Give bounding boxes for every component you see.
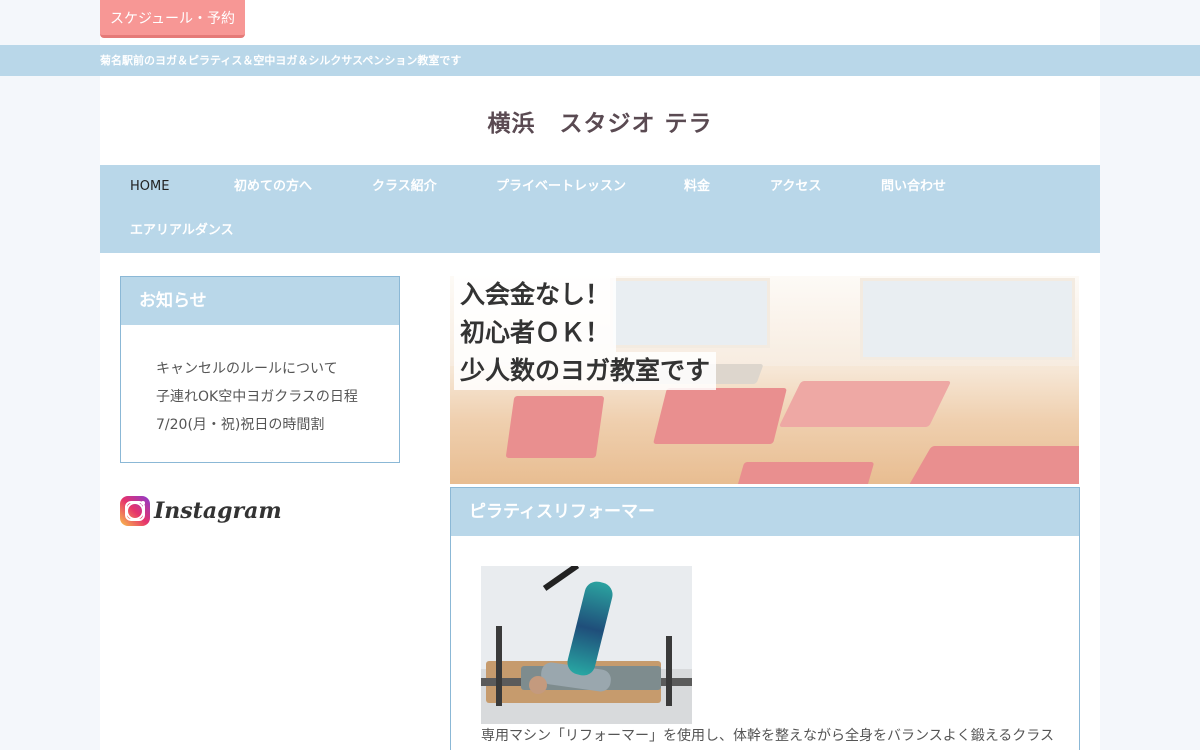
yoga-mat: [908, 446, 1079, 484]
yoga-mat: [778, 381, 952, 427]
yoga-mat: [653, 388, 787, 444]
site-title[interactable]: 横浜 スタジオ テラ: [100, 104, 1100, 138]
instagram-icon: [120, 496, 150, 526]
pilates-reformer-photo: [481, 566, 692, 724]
news-widget: お知らせ キャンセルのルールについて 子連れOK空中ヨガクラスの日程 7/20(…: [120, 276, 400, 463]
yoga-mat: [505, 396, 605, 458]
instagram-link[interactable]: Instagram: [120, 493, 282, 529]
news-list: キャンセルのルールについて 子連れOK空中ヨガクラスの日程 7/20(月・祝)祝…: [121, 325, 399, 439]
hero-banner: 入会金なし！ 初心者ＯＫ！ 少人数のヨガ教室です: [450, 276, 1079, 484]
main-content: お知らせ キャンセルのルールについて 子連れOK空中ヨガクラスの日程 7/20(…: [100, 253, 1100, 750]
news-item-cancel-rules[interactable]: キャンセルのルールについて: [156, 355, 399, 383]
news-item-holiday-timetable[interactable]: 7/20(月・祝)祝日の時間割: [156, 411, 399, 439]
tagline-bar: 菊名駅前のヨガ＆ピラティス＆空中ヨガ＆シルクサスペンション教室です: [0, 45, 1200, 76]
nav-item-classes[interactable]: クラス紹介: [372, 165, 437, 209]
hero-line-beginners: 初心者ＯＫ！: [454, 314, 617, 352]
hero-line-no-fee: 入会金なし！: [454, 276, 617, 314]
pilates-section: ピラティスリフォーマー 専用マシン「リフォーマー」を使用し、体幹を整えながら全身…: [450, 487, 1080, 750]
pilates-description: 専用マシン「リフォーマー」を使用し、体幹を整えながら全身をバランスよく鍛えるクラ…: [481, 728, 1055, 744]
site-header: 横浜 スタジオ テラ: [100, 76, 1100, 165]
hero-line-small-class: 少人数のヨガ教室です: [454, 352, 717, 390]
nav-item-first-time[interactable]: 初めての方へ: [234, 165, 312, 209]
nav-item-pricing[interactable]: 料金: [684, 165, 710, 209]
news-item-kids-aerial-yoga[interactable]: 子連れOK空中ヨガクラスの日程: [156, 383, 399, 411]
pilates-title: ピラティスリフォーマー: [451, 488, 1079, 536]
main-nav: HOME 初めての方へ クラス紹介 プライベートレッスン 料金 アクセス 問い合…: [100, 165, 1100, 253]
top-bar: スケジュール・予約: [100, 0, 1100, 45]
yoga-mat: [735, 462, 875, 484]
hero-window: [610, 278, 770, 348]
schedule-button[interactable]: スケジュール・予約: [100, 0, 245, 38]
news-title: お知らせ: [121, 277, 399, 325]
instagram-wordmark: Instagram: [154, 498, 282, 524]
nav-item-access[interactable]: アクセス: [770, 165, 821, 209]
nav-item-private-lesson[interactable]: プライベートレッスン: [496, 165, 626, 209]
tagline: 菊名駅前のヨガ＆ピラティス＆空中ヨガ＆シルクサスペンション教室です: [100, 54, 462, 67]
nav-item-home[interactable]: HOME: [130, 165, 169, 209]
nav-item-aerial-dance[interactable]: エアリアルダンス: [130, 209, 234, 253]
nav-item-contact[interactable]: 問い合わせ: [881, 165, 946, 209]
hero-window: [860, 278, 1075, 360]
